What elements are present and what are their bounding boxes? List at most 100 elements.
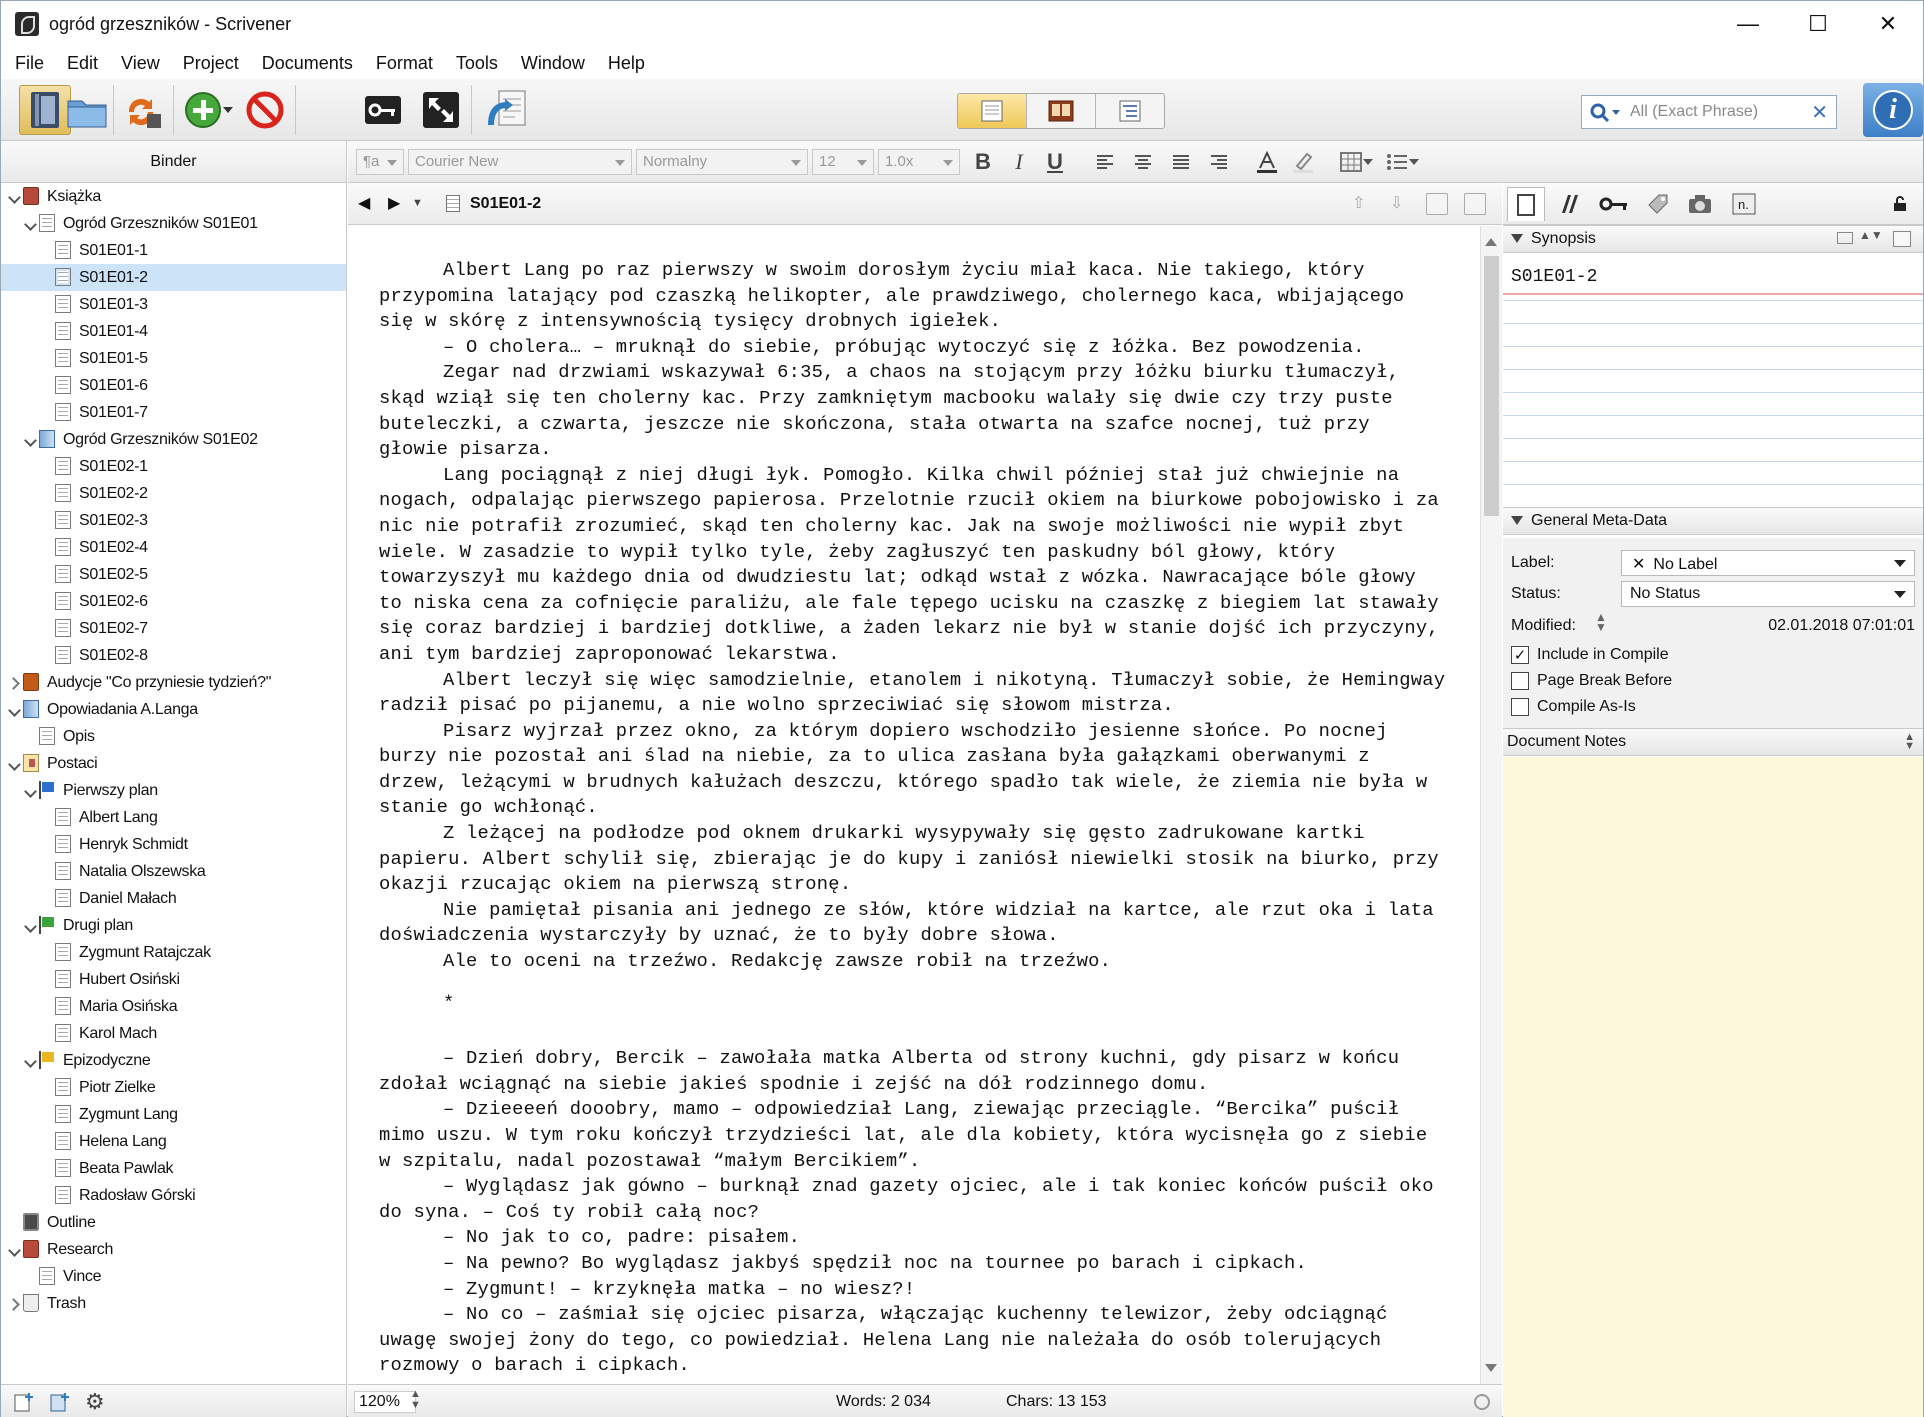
italic-button[interactable]: I xyxy=(1004,149,1034,175)
line-spacing-dropdown[interactable]: 1.0x xyxy=(878,149,960,175)
binder-item[interactable]: Zygmunt Lang xyxy=(1,1101,346,1128)
zoom-stepper-icon[interactable]: ▲ ▼ xyxy=(410,1389,421,1411)
chevron-right-icon[interactable] xyxy=(9,677,21,689)
editor-paragraph[interactable]: – No jak to co, padre: pisałem. xyxy=(379,1225,1450,1251)
document-notes-header[interactable]: Document Notes ▲ ▼ xyxy=(1503,728,1923,756)
binder-item[interactable]: S01E02-6 xyxy=(1,588,346,615)
chevron-down-icon[interactable] xyxy=(25,434,37,446)
binder-item[interactable]: Ogród Grzeszników S01E02 xyxy=(1,426,346,453)
binder-item[interactable]: S01E02-1 xyxy=(1,453,346,480)
editor-paragraph[interactable]: Zegar nad drzwiami wskazywał 6:35, a cha… xyxy=(379,360,1450,462)
editor-scrollbar[interactable] xyxy=(1480,226,1502,1384)
binder-item[interactable]: Natalia Olszewska xyxy=(1,858,346,885)
binder-item[interactable]: Opis xyxy=(1,723,346,750)
snapshots-tab-icon[interactable] xyxy=(1681,187,1719,221)
menu-tools[interactable]: Tools xyxy=(448,53,506,74)
binder-item[interactable]: S01E01-1 xyxy=(1,237,346,264)
binder-item[interactable]: Zygmunt Ratajczak xyxy=(1,939,346,966)
binder-item[interactable]: Helena Lang xyxy=(1,1128,346,1155)
editor-paragraph[interactable]: Lang pociągnął z niej długi łyk. Pomogło… xyxy=(379,463,1450,668)
zoom-dropdown[interactable]: 120% xyxy=(354,1391,416,1413)
general-metadata-header[interactable]: General Meta-Data xyxy=(1503,507,1923,535)
editor-paragraph[interactable]: Pisarz wyjrzał przez okno, za którym dop… xyxy=(379,719,1450,821)
status-dropdown[interactable]: No Status xyxy=(1621,581,1915,607)
binder-item[interactable]: Outline xyxy=(1,1209,346,1236)
binder-item[interactable]: Albert Lang xyxy=(1,804,346,831)
references-tab-icon[interactable] xyxy=(1551,187,1589,221)
split-horizontal-icon[interactable] xyxy=(1464,193,1486,215)
editor-paragraph[interactable]: – No co – zaśmiał się ojciec pisarza, wł… xyxy=(379,1302,1450,1379)
binder-item[interactable]: Maria Osińska xyxy=(1,993,346,1020)
editor-text-area[interactable]: Albert Lang po raz pierwszy w swoim doro… xyxy=(348,226,1480,1384)
chevron-down-icon[interactable] xyxy=(9,1244,21,1256)
font-style-dropdown[interactable]: Normalny xyxy=(636,149,808,175)
next-document-icon[interactable]: ⇩ xyxy=(1390,193,1412,215)
split-vertical-icon[interactable] xyxy=(1426,193,1448,215)
chevron-down-icon[interactable] xyxy=(9,704,21,716)
binder-item[interactable]: S01E02-2 xyxy=(1,480,346,507)
align-center-button[interactable] xyxy=(1128,149,1158,175)
include-in-compile-checkbox[interactable]: ✓ Include in Compile xyxy=(1511,646,1669,664)
font-size-dropdown[interactable]: 12 xyxy=(812,149,874,175)
custom-metadata-tab-icon[interactable] xyxy=(1639,187,1677,221)
synopsis-image-toggle-icon[interactable] xyxy=(1837,232,1853,244)
highlight-button[interactable] xyxy=(1288,149,1318,175)
underline-button[interactable]: U xyxy=(1040,149,1070,175)
target-icon[interactable] xyxy=(1474,1394,1490,1410)
chevron-down-icon[interactable] xyxy=(25,218,37,230)
binder-item[interactable]: S01E02-3 xyxy=(1,507,346,534)
delete-button[interactable] xyxy=(239,85,291,135)
editor-paragraph[interactable]: Nie pamiętał pisania ani jednego ze słów… xyxy=(379,898,1450,949)
binder-item[interactable]: Książka xyxy=(1,183,346,210)
close-button[interactable]: ✕ xyxy=(1853,1,1923,47)
binder-item[interactable]: Karol Mach xyxy=(1,1020,346,1047)
binder-item[interactable]: S01E01-2 xyxy=(1,264,346,291)
synopsis-card-icon[interactable] xyxy=(1893,231,1911,247)
scrivenings-view-button[interactable] xyxy=(958,94,1027,128)
binder-item[interactable]: S01E01-4 xyxy=(1,318,346,345)
styles-dropdown[interactable]: ¶a xyxy=(356,149,404,175)
binder-item[interactable]: S01E02-8 xyxy=(1,642,346,669)
chevron-down-icon[interactable] xyxy=(25,920,37,932)
editor-paragraph[interactable]: – Dzieeeeń dooobry, mamo – odpowiedział … xyxy=(379,1097,1450,1174)
chevron-down-icon[interactable] xyxy=(9,758,21,770)
search-clear-icon[interactable]: ✕ xyxy=(1811,100,1828,125)
binder-item[interactable]: Radosław Górski xyxy=(1,1182,346,1209)
document-notes-area[interactable] xyxy=(1503,757,1923,1384)
comments-footnotes-tab-icon[interactable]: n. xyxy=(1725,187,1763,221)
binder-item[interactable]: Opowiadania A.Langa xyxy=(1,696,346,723)
menu-project[interactable]: Project xyxy=(175,53,247,74)
outliner-view-button[interactable] xyxy=(1096,94,1164,128)
binder-item[interactable]: Ogród Grzeszników S01E01 xyxy=(1,210,346,237)
compose-mode-button[interactable] xyxy=(415,85,467,135)
disclosure-triangle-icon[interactable] xyxy=(1511,516,1523,531)
binder-item[interactable]: Audycje "Co przyniesie tydzień?" xyxy=(1,669,346,696)
collections-button[interactable] xyxy=(61,85,113,135)
previous-document-icon[interactable]: ⇧ xyxy=(1352,193,1374,215)
menu-file[interactable]: File xyxy=(7,53,52,74)
scroll-down-arrow-icon[interactable] xyxy=(1485,1364,1497,1378)
editor-paragraph[interactable]: Z leżącej na podłodze pod oknem drukarki… xyxy=(379,821,1450,898)
editor-paragraph[interactable]: – O cholera… – mruknął do siebie, próbuj… xyxy=(379,335,1450,361)
binder-item[interactable]: Research xyxy=(1,1236,346,1263)
binder-item[interactable]: Piotr Zielke xyxy=(1,1074,346,1101)
settings-gear-icon[interactable]: ⚙ xyxy=(85,1389,105,1415)
keywords-tab-icon[interactable] xyxy=(1595,187,1633,221)
scene-separator[interactable]: * xyxy=(379,991,1450,1017)
synopsis-stepper-icon[interactable]: ▲▼ xyxy=(1859,228,1883,242)
project-search-field[interactable]: All (Exact Phrase) ✕ xyxy=(1581,95,1837,129)
editor-paragraph[interactable]: – Na pewno? Bo wyglądasz jakbyś spędził … xyxy=(379,1251,1450,1277)
synopsis-header[interactable]: Synopsis ▲▼ xyxy=(1503,225,1923,253)
align-right-button[interactable] xyxy=(1204,149,1234,175)
menu-format[interactable]: Format xyxy=(368,53,441,74)
notes-stepper-icon[interactable]: ▲ ▼ xyxy=(1904,732,1915,752)
binder-item[interactable]: S01E01-3 xyxy=(1,291,346,318)
binder-item[interactable]: Trash xyxy=(1,1290,346,1317)
align-justify-button[interactable] xyxy=(1166,149,1196,175)
disclosure-triangle-icon[interactable] xyxy=(1511,234,1523,249)
binder-item[interactable]: Epizodyczne xyxy=(1,1047,346,1074)
scrollbar-thumb[interactable] xyxy=(1484,256,1499,516)
page-break-before-checkbox[interactable]: Page Break Before xyxy=(1511,672,1672,690)
chevron-right-icon[interactable] xyxy=(9,1298,21,1310)
modified-stepper-icon[interactable]: ▲ ▼ xyxy=(1595,611,1607,633)
